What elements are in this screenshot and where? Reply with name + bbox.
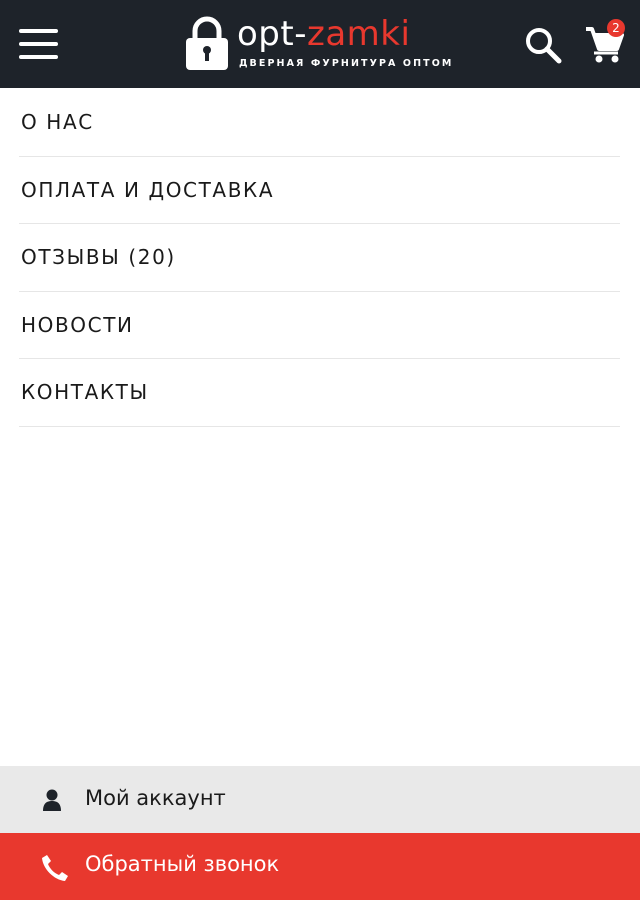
user-icon [43,789,61,811]
menu-item-reviews[interactable]: ОТЗЫВЫ (20) [19,224,620,292]
logo-brand-part1: opt- [237,14,307,54]
logo-brand-part2: zamki [306,14,411,54]
menu-item-label: КОНТАКТЫ [21,380,149,405]
menu-item-news[interactable]: НОВОСТИ [19,292,620,359]
menu-item-contacts[interactable]: КОНТАКТЫ [19,359,620,427]
phone-icon [42,855,68,881]
menu-item-label: О НАС [21,110,94,135]
callback-label: Обратный звонок [85,852,280,876]
my-account-label: Мой аккаунт [85,786,226,810]
menu-item-about[interactable]: О НАС [19,89,620,157]
logo-tagline: ДВЕРНАЯ ФУРНИТУРА ОПТОМ [239,58,454,69]
callback-button[interactable]: Обратный звонок [0,833,640,900]
menu-item-label: ОТЗЫВЫ (20) [21,245,176,270]
hamburger-line [19,55,58,59]
padlock-icon [186,16,228,70]
hamburger-line [19,29,58,33]
site-logo[interactable]: opt-zamki ДВЕРНАЯ ФУРНИТУРА ОПТОМ [186,14,451,72]
main-menu: О НАС ОПЛАТА И ДОСТАВКА ОТЗЫВЫ (20) НОВО… [19,89,620,427]
logo-brand: opt-zamki [237,14,410,54]
hamburger-menu-button[interactable] [19,28,59,60]
menu-item-label: НОВОСТИ [21,312,134,337]
hamburger-line [19,42,58,46]
my-account-button[interactable]: Мой аккаунт [0,766,640,833]
search-icon[interactable] [524,26,562,64]
menu-item-payment-delivery[interactable]: ОПЛАТА И ДОСТАВКА [19,157,620,224]
menu-item-label: ОПЛАТА И ДОСТАВКА [21,177,275,202]
site-header: opt-zamki ДВЕРНАЯ ФУРНИТУРА ОПТОМ 2 [0,0,640,88]
cart-count-badge: 2 [607,19,625,37]
